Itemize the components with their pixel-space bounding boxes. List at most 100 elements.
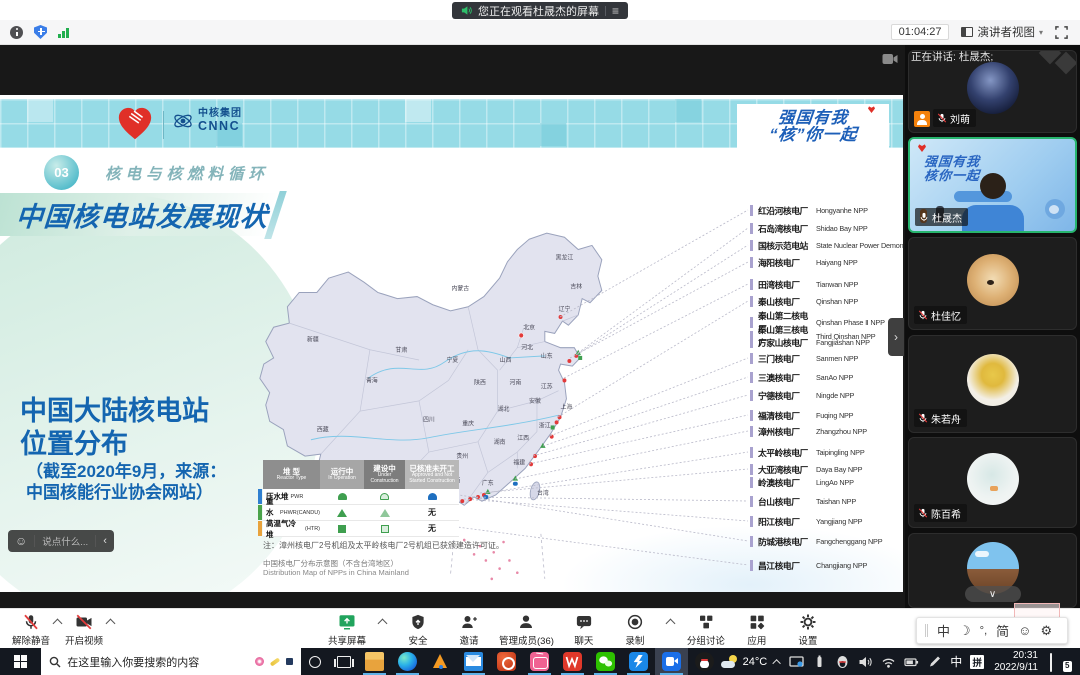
participant-tile[interactable]: 朱若舟 [908,335,1077,433]
weather-widget[interactable]: 24°C [721,655,768,668]
npp-name-en: Taipingling NPP [816,448,865,457]
app-office[interactable] [490,648,523,675]
record-options-caret[interactable] [665,618,675,628]
app-bilibili[interactable] [523,648,556,675]
npp-name-en: Yangjiang NPP [816,517,862,526]
search-highlight-flower-icon[interactable] [255,657,264,666]
fullscreen-button[interactable] [1055,26,1068,39]
ime-pinyin-badge[interactable]: 拼 [970,655,984,669]
svg-text:湖北: 湖北 [498,405,510,413]
app-file-explorer[interactable] [358,648,391,675]
settings-button[interactable]: 设置 [787,613,829,647]
ime-simplified-toggle[interactable]: 简 [996,621,1009,640]
npp-item-bar [750,560,753,571]
svg-text:河北: 河北 [521,344,533,352]
app-thunder[interactable] [622,648,655,675]
chat-button[interactable]: 聊天 [563,613,605,647]
start-video-button[interactable]: 开启视频 [63,613,105,647]
titlebar: 您正在观看杜晟杰的屏幕 ≡ [0,0,1080,20]
display-cast-icon[interactable] [789,655,804,669]
app-mail[interactable] [457,648,490,675]
apps-button[interactable]: 应用 [736,613,778,647]
record-icon [626,613,644,631]
ime-moon-icon[interactable]: ☽ [959,623,971,639]
network-icon[interactable] [881,655,896,669]
chat-collapse-icon[interactable]: ‹ [103,535,107,547]
chat-placeholder[interactable]: 说点什么... [42,534,88,548]
emoji-icon[interactable]: ☺ [15,535,27,547]
participant-tile[interactable]: 陈百希 [908,437,1077,528]
participant-tile[interactable]: 强国有我核你一起 杜晟杰 [908,137,1077,233]
app-qq[interactable] [688,648,721,675]
svg-text:江苏: 江苏 [541,382,553,390]
atom-icon [172,110,194,132]
chat-input-pill[interactable]: ☺ 说点什么... ‹ [8,530,114,552]
view-mode-button[interactable]: 演讲者视图 ▾ [961,24,1043,40]
video-options-caret[interactable] [106,618,116,628]
record-button[interactable]: 录制 [614,613,656,647]
taskbar-search[interactable]: 在这里输入你要搜索的内容 [41,648,301,675]
npp-name-cn: 阳江核电厂 [758,515,816,528]
usb-icon[interactable] [812,655,827,669]
participant-name: 朱若舟 [931,411,961,426]
app-wps[interactable] [556,648,589,675]
meeting-info-icon[interactable] [10,26,23,39]
ime-punct-toggle[interactable]: °, [980,625,987,637]
time: 20:31 [1013,650,1038,662]
svg-text:吉林: 吉林 [570,282,582,290]
start-button[interactable] [0,648,41,675]
hidden-icons-caret[interactable] [773,659,781,667]
avatar [967,354,1019,406]
app-wechat[interactable] [589,648,622,675]
svg-text:安徽: 安徽 [529,397,541,405]
pen-icon[interactable] [927,655,942,669]
cortana-button[interactable] [301,656,329,668]
unmute-button[interactable]: 解除静音 [10,613,52,647]
language-indicator[interactable]: 中 [950,653,962,670]
breakout-rooms-button[interactable]: 分组讨论 [685,613,727,647]
npp-item-bar [750,372,753,383]
participant-name-label: 杜佳忆 [914,306,967,324]
invite-button[interactable]: 邀请 [448,613,490,647]
ime-emoji-icon[interactable]: ☺ [1018,623,1031,638]
manage-members-button[interactable]: 管理成员(36) [499,613,554,647]
app-tencent-meeting[interactable] [655,648,688,675]
ime-grip[interactable] [925,624,928,637]
app-a-launcher[interactable] [424,648,457,675]
mic-options-caret[interactable] [53,618,63,628]
app-edge[interactable] [391,648,424,675]
network-signal-icon[interactable] [58,27,69,38]
battery-icon[interactable] [904,655,919,669]
volume-icon[interactable] [858,655,873,669]
security-button[interactable]: 安全 [397,613,439,647]
scroll-down-button[interactable]: ∨ [965,586,1021,602]
banner-menu-icon[interactable]: ≡ [612,5,619,17]
npp-list-item: 大亚湾核电厂 Daya Bay NPP [750,463,862,476]
ime-settings-icon[interactable]: ⚙ [1040,623,1052,639]
legend-row: 压水堆PWR [263,489,459,505]
taskbar-apps [358,648,721,675]
task-view-button[interactable] [330,656,358,668]
npp-list-item: 秦山核电厂 Qinshan NPP [750,295,858,308]
svg-text:山西: 山西 [500,356,512,364]
npp-name-cn: 石岛湾核电厂 [758,222,816,235]
sidebar-collapse-handle[interactable]: › [888,318,904,356]
share-options-caret[interactable] [378,618,388,628]
notification-center[interactable]: 5 [1050,654,1070,670]
map-title: 中国大陆核电站 位置分布 [20,395,209,461]
share-screen-icon [338,613,356,631]
npp-item-bar [750,337,753,348]
share-screen-button[interactable]: 共享屏幕 [326,613,368,647]
qq-tray-icon[interactable] [835,655,850,669]
participant-name: 杜晟杰 [932,210,962,225]
meeting-security-icon[interactable] [34,25,47,39]
date: 2022/9/11 [994,662,1038,674]
taskbar-clock[interactable]: 20:31 2022/9/11 [994,650,1038,674]
npp-list-item: 福清核电厂 Fuqing NPP [750,409,853,422]
npp-list-item: 三澳核电厂 SanAo NPP [750,371,853,384]
camera-float-icon[interactable] [882,53,898,65]
npp-list-item: 台山核电厂 Taishan NPP [750,495,856,508]
ime-lang-toggle[interactable]: 中 [937,621,950,640]
participant-tile[interactable]: 杜佳忆 [908,237,1077,330]
watching-banner[interactable]: 您正在观看杜晟杰的屏幕 ≡ [452,2,628,19]
